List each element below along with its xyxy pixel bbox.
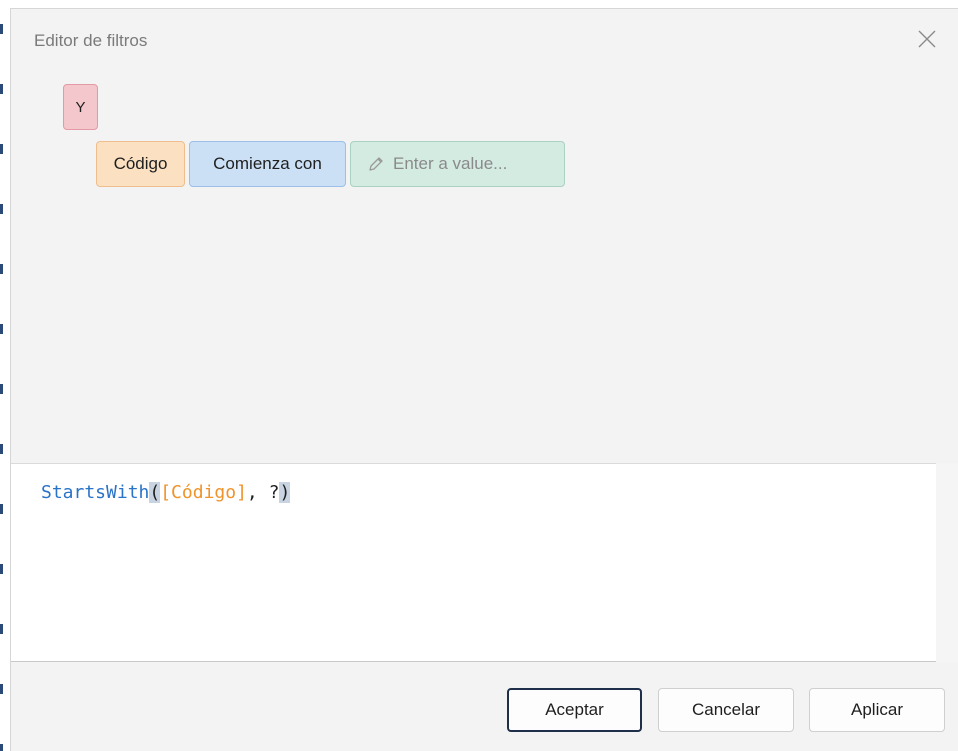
filter-expression: StartsWith([Código], ?) [41,482,291,503]
condition-operator-label: Comienza con [213,154,322,173]
dialog-title: Editor de filtros [34,31,148,50]
group-operator-chip[interactable]: Y [63,84,98,130]
close-button[interactable] [913,25,941,53]
condition-field-label: Código [113,154,168,173]
expression-separator: , [246,482,269,503]
expression-function: StartsWith [41,482,150,503]
pencil-icon [369,157,383,171]
expression-editor[interactable]: StartsWith([Código], ?) [11,463,936,662]
condition-value-chip[interactable]: Enter a value... [350,141,565,187]
group-operator-label: Y [75,98,86,116]
condition-value-placeholder: Enter a value... [393,154,508,173]
filter-editor-dialog: Editor de filtros Y Código Comienza con … [10,8,958,751]
expression-field: [Código] [160,482,247,503]
condition-operator-chip[interactable]: Comienza con [189,141,346,187]
close-icon [918,30,936,48]
expression-close-paren: ) [279,482,291,503]
expression-scrollbar[interactable] [936,463,958,662]
cancel-button[interactable]: Cancelar [658,688,794,732]
accept-button[interactable]: Aceptar [507,688,642,732]
condition-field-chip[interactable]: Código [96,141,185,187]
expression-open-paren: ( [149,482,161,503]
expression-parameter: ? [268,482,280,503]
background-window-edge [0,0,3,751]
apply-button[interactable]: Aplicar [809,688,945,732]
